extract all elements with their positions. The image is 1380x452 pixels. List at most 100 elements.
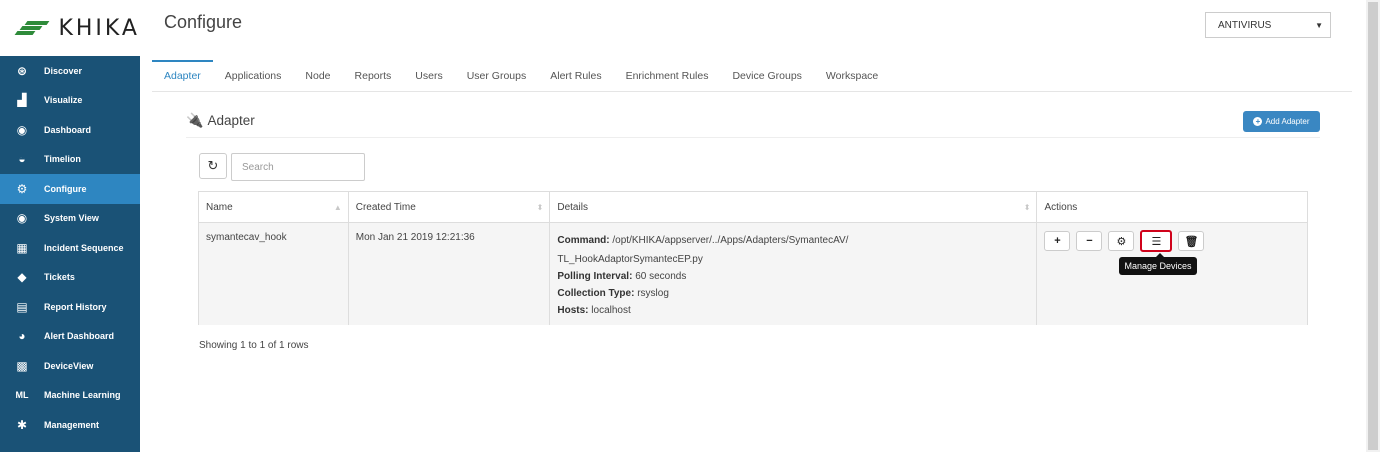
refresh-icon: ↻ <box>207 158 219 173</box>
refresh-button[interactable]: ↻ <box>199 153 227 179</box>
table-header: Name ▲ Created Time ⬍ Details ⬍ Actions <box>199 192 1307 223</box>
context-select[interactable]: ANTIVIRUS ▼ <box>1205 12 1331 38</box>
cell-actions: + − ⚙ ☰ 🗑 Manage Devices <box>1037 223 1307 325</box>
list-icon: ▤ <box>16 299 28 314</box>
section-divider <box>186 137 1320 138</box>
plus-circle-icon: + <box>1253 117 1263 126</box>
sidebar-item-label: Machine Learning <box>44 390 121 401</box>
sidebar-item-label: DeviceView <box>44 360 94 371</box>
plus-icon: + <box>1054 235 1061 247</box>
column-header-created-time[interactable]: Created Time ⬍ <box>349 192 551 222</box>
gears-icon: ⚙ <box>16 181 28 196</box>
search-input[interactable] <box>231 153 365 181</box>
list-icon: ☰ <box>1151 235 1162 248</box>
sidebar-item-dashboard[interactable]: ◉ Dashboard <box>0 115 140 145</box>
logo-text: KHIKA <box>58 15 140 41</box>
sidebar-item-label: Timelion <box>44 154 81 165</box>
dashboard-icon: ◉ <box>16 122 28 137</box>
scrollbar-thumb[interactable] <box>1368 2 1378 450</box>
sidebar-item-tickets[interactable]: ◆ Tickets <box>0 263 140 293</box>
chart-icon: ▦ <box>16 240 28 255</box>
column-header-details[interactable]: Details ⬍ <box>550 192 1038 222</box>
sidebar-item-label: Discover <box>44 65 83 76</box>
manage-devices-button[interactable]: ☰ <box>1140 230 1173 252</box>
tab-workspace[interactable]: Workspace <box>814 60 890 91</box>
column-header-name[interactable]: Name ▲ <box>199 192 349 222</box>
sidebar: KHIKA ⊛ Discover ▟ Visualize ◉ Dashboard ◒ T… <box>0 0 140 452</box>
sidebar-item-alert-dashboard[interactable]: ◕ Alert Dashboard <box>0 322 140 352</box>
bar-chart-icon: ▟ <box>17 93 27 108</box>
sidebar-item-machine-learning[interactable]: ML Machine Learning <box>0 381 140 411</box>
plug-icon: 🔌 <box>186 112 204 128</box>
add-button[interactable]: + <box>1044 231 1071 251</box>
config-tabs: Adapter Applications Node Reports Users … <box>152 60 1352 92</box>
sidebar-item-label: Incident Sequence <box>44 242 124 253</box>
timelion-icon: ◒ <box>18 152 26 167</box>
sidebar-item-label: Configure <box>44 183 87 194</box>
sidebar-item-discover[interactable]: ⊛ Discover <box>0 56 140 86</box>
tab-reports[interactable]: Reports <box>343 60 404 91</box>
compass-icon: ⊛ <box>16 63 28 78</box>
tab-users[interactable]: Users <box>403 60 454 91</box>
device-icon: ▩ <box>16 358 28 373</box>
trash-icon: 🗑 <box>1184 235 1199 248</box>
settings-button[interactable]: ⚙ <box>1108 231 1135 251</box>
tab-applications[interactable]: Applications <box>213 60 294 91</box>
sidebar-item-visualize[interactable]: ▟ Visualize <box>0 86 140 116</box>
sidebar-item-label: System View <box>44 213 99 224</box>
tab-adapter[interactable]: Adapter <box>152 60 213 91</box>
sidebar-item-label: Management <box>44 419 100 430</box>
tab-node[interactable]: Node <box>293 60 342 91</box>
gear-icon: ⚙ <box>1116 235 1127 248</box>
cell-created-time: Mon Jan 21 2019 12:21:36 <box>349 223 551 325</box>
minus-icon: − <box>1086 235 1093 247</box>
detail-hosts: Hosts: localhost <box>557 305 631 316</box>
detail-command-cont: TL_HookAdaptorSymantecEP.py <box>557 254 703 265</box>
remove-button[interactable]: − <box>1076 231 1103 251</box>
tab-device-groups[interactable]: Device Groups <box>720 60 813 91</box>
section-heading: 🔌 Adapter <box>186 112 255 129</box>
detail-command: Command: /opt/KHIKA/appserver/../Apps/Ad… <box>557 235 849 246</box>
sidebar-item-label: Visualize <box>44 95 83 106</box>
sidebar-nav: ⊛ Discover ▟ Visualize ◉ Dashboard ◒ Timelio… <box>0 56 140 452</box>
caret-down-icon: ▼ <box>1315 20 1323 30</box>
tab-enrichment-rules[interactable]: Enrichment Rules <box>614 60 721 91</box>
sidebar-item-management[interactable]: ✱ Management <box>0 410 140 440</box>
section-title: Adapter <box>207 113 255 128</box>
cell-details: Command: /opt/KHIKA/appserver/../Apps/Ad… <box>550 223 1038 325</box>
tag-icon: ◆ <box>17 270 27 285</box>
page-title: Configure <box>164 12 243 32</box>
gauge-icon: ◕ <box>18 329 26 344</box>
sidebar-item-timelion[interactable]: ◒ Timelion <box>0 145 140 175</box>
context-select-value: ANTIVIRUS <box>1218 19 1272 31</box>
tab-alert-rules[interactable]: Alert Rules <box>538 60 613 91</box>
delete-button[interactable]: 🗑 <box>1178 231 1205 251</box>
action-buttons: + − ⚙ ☰ 🗑 Manage Devices <box>1044 230 1300 275</box>
page-scrollbar[interactable] <box>1366 0 1380 452</box>
detail-collection: Collection Type: rsyslog <box>557 288 669 299</box>
khika-logo[interactable]: KHIKA <box>0 0 140 56</box>
eye-icon: ◉ <box>16 211 28 226</box>
sort-icon: ⬍ <box>1023 203 1031 212</box>
sidebar-item-report-history[interactable]: ▤ Report History <box>0 292 140 322</box>
sidebar-item-system-view[interactable]: ◉ System View <box>0 204 140 234</box>
tab-user-groups[interactable]: User Groups <box>455 60 539 91</box>
cell-name: symantecav_hook <box>199 223 349 325</box>
sidebar-item-configure[interactable]: ⚙ Configure <box>0 174 140 204</box>
table-row: symantecav_hook Mon Jan 21 2019 12:21:36… <box>199 223 1307 325</box>
add-adapter-button[interactable]: + Add Adapter <box>1243 111 1320 132</box>
gear-icon: ✱ <box>16 417 28 432</box>
adapter-table: Name ▲ Created Time ⬍ Details ⬍ Actions sym… <box>198 191 1308 325</box>
sidebar-item-label: Dashboard <box>44 124 92 135</box>
sidebar-item-incident-sequence[interactable]: ▦ Incident Sequence <box>0 233 140 263</box>
sort-icon: ⬍ <box>536 203 544 212</box>
sidebar-item-label: Tickets <box>44 272 75 283</box>
ml-icon: ML <box>15 390 29 401</box>
pagination-info: Showing 1 to 1 of 1 rows <box>199 340 309 351</box>
sort-icon: ▲ <box>333 203 342 212</box>
sidebar-item-label: Alert Dashboard <box>44 331 115 342</box>
add-adapter-label: Add Adapter <box>1265 117 1310 126</box>
column-header-actions: Actions <box>1044 202 1078 213</box>
manage-devices-tooltip: Manage Devices <box>1119 253 1197 275</box>
sidebar-item-deviceview[interactable]: ▩ DeviceView <box>0 351 140 381</box>
